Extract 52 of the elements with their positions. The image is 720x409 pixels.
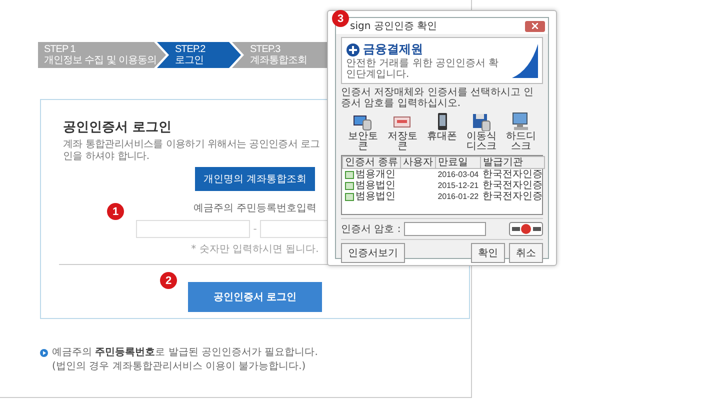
step-number: STEP.2 xyxy=(175,44,206,55)
personal-account-button[interactable]: 개인명의 계좌통합조회 xyxy=(195,167,315,191)
storage-media-button[interactable]: 휴대폰 xyxy=(422,112,462,152)
security-keyboard-logo-icon xyxy=(509,222,543,236)
table-cell-text: 2015-12-21 xyxy=(436,180,480,191)
step-marker-badge: 2 xyxy=(160,272,177,289)
storage-media-button[interactable]: 저장토큰 xyxy=(382,112,422,152)
step-number: STEP.3 xyxy=(250,44,280,55)
login-title: 공인인증서 로그인 xyxy=(63,119,172,136)
dialog-instruction: 인증서 저장매체와 인증서를 선택하시고 인증서 암호를 입력하십시오. xyxy=(341,87,535,109)
id-number-front-field[interactable] xyxy=(136,220,250,238)
logo-name: 금융결제원 xyxy=(363,41,423,58)
close-button[interactable] xyxy=(525,20,545,32)
dialog-button[interactable]: 인증서보기 xyxy=(341,243,405,263)
step-label: 개인정보 수집 및 이용동의 xyxy=(44,55,157,66)
info-note: 예금주의 주민등록번호로 발급된 공인인증서가 필요합니다. xyxy=(52,347,318,359)
storage-media-button[interactable]: 보안토큰 xyxy=(343,112,383,152)
logo-icon xyxy=(346,42,360,56)
dialog-title: sign 공인인증 확인 xyxy=(350,20,438,33)
close-icon xyxy=(532,23,538,29)
table-cell-text: 한국전자인증 xyxy=(482,191,544,202)
table-cell: 한국전자인증 xyxy=(480,168,545,180)
column-header: 발급기관 xyxy=(480,156,545,168)
info-note: (법인의 경우 계좌통합관리서비스 이용이 불가능합니다.) xyxy=(52,361,306,373)
table-cell: 범용개인 xyxy=(356,169,396,180)
table-cell-text: 한국전자인증 xyxy=(482,180,544,191)
info-bullet-icon xyxy=(40,349,48,357)
table-cell: 범용법인 xyxy=(356,191,396,202)
table-cell: 2016-03-04 xyxy=(436,168,481,180)
banner-swoosh-drawing xyxy=(512,44,538,78)
storage-media-button[interactable]: 하드디스크 xyxy=(501,112,541,152)
table-cell-text: 2016-01-22 xyxy=(436,191,480,202)
id-separator: - xyxy=(253,224,257,234)
step-number: STEP 1 xyxy=(44,44,76,55)
column-header: 만료일 xyxy=(436,156,481,168)
certificate-login-button[interactable]: 공인인증서 로그인 xyxy=(188,282,322,312)
password-label: 인증서 암호 : xyxy=(341,223,401,236)
password-field[interactable] xyxy=(404,222,486,236)
login-description: 계좌 통합관리서비스를 이용하기 위해서는 공인인증서 로그인을 하셔야 합니다. xyxy=(63,139,321,163)
column-header: 인증서 종류 xyxy=(342,156,401,168)
dialog-button[interactable]: 확인 xyxy=(471,243,505,263)
step-label: 계좌통합조회 xyxy=(250,55,307,66)
column-header: 사용자 xyxy=(400,156,436,168)
step-marker-badge: 1 xyxy=(107,203,124,220)
dialog-button[interactable]: 취소 xyxy=(509,243,543,263)
banner-tagline: 안전한 거래를 위한 공인인증서 확인단계입니다. xyxy=(346,58,500,80)
storage-media-button[interactable]: 이동식디스크 xyxy=(462,112,502,152)
table-cell: 범용법인 xyxy=(356,180,396,191)
floppy-disk-icon xyxy=(472,112,492,131)
id-number-label: 예금주의 주민등록번호입력 xyxy=(193,202,317,215)
input-hint: * 숫자만 입력하시면 됩니다. xyxy=(191,243,319,256)
step-label: 로그인 xyxy=(175,55,204,66)
